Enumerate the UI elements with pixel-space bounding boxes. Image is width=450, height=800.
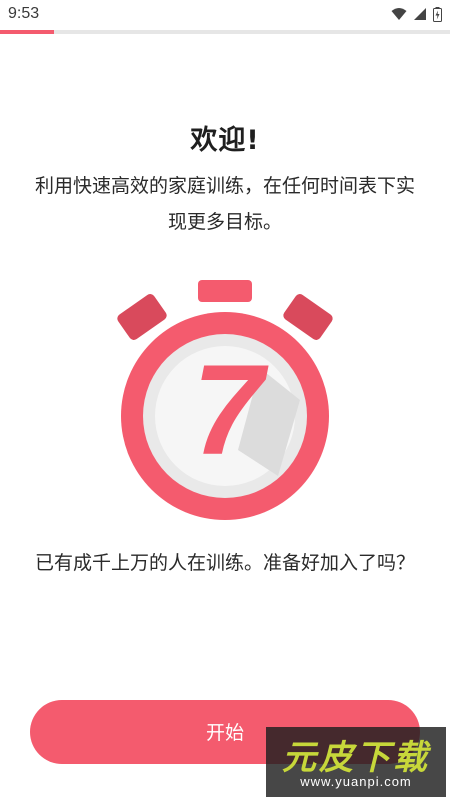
welcome-title: 欢迎! xyxy=(190,125,260,156)
onboarding-progress-bar xyxy=(0,30,450,34)
stopwatch-seven-glyph: 7 xyxy=(192,339,269,482)
watermark-logo: 元皮下载 www.yuanpi.com xyxy=(266,727,446,797)
onboarding-screen: 9:53 欢迎! 利用快速高效的家庭训练，在任何时间表下实现更多目标。 7 已有… xyxy=(0,0,450,800)
signal-icon xyxy=(414,8,426,20)
welcome-subtitle: 利用快速高效的家庭训练，在任何时间表下实现更多目标。 xyxy=(34,175,415,233)
battery-icon xyxy=(433,6,442,22)
wifi-icon xyxy=(391,8,407,20)
watermark-url-text: www.yuanpi.com xyxy=(300,774,412,789)
watermark-main-text: 元皮下载 xyxy=(282,738,430,778)
status-time: 9:53 xyxy=(8,5,40,22)
stopwatch-illustration: 7 xyxy=(117,280,333,520)
status-bar: 9:53 xyxy=(0,0,450,28)
onboarding-progress-fill xyxy=(0,30,54,34)
status-icons xyxy=(391,6,442,22)
join-prompt-text: 已有成千上万的人在训练。准备好加入了吗？ xyxy=(34,552,415,574)
stopwatch-crown xyxy=(198,280,252,302)
